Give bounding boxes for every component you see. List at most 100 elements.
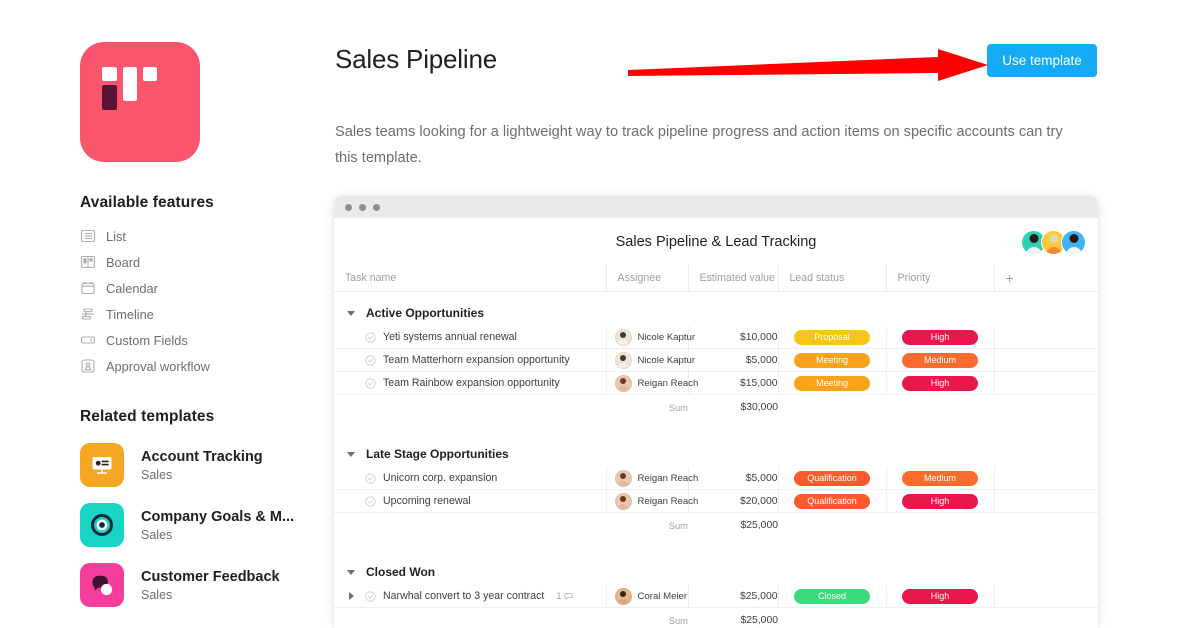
empty-cell: [994, 467, 1098, 490]
table-row[interactable]: Team Rainbow expansion opportunity Reiga…: [334, 372, 1098, 395]
add-column-button[interactable]: +: [994, 264, 1098, 292]
related-template-name: Company Goals & M...: [141, 509, 294, 525]
estimated-value-cell[interactable]: $25,000: [688, 585, 778, 608]
logo-block-a: [102, 67, 117, 81]
priority-badge: Medium: [902, 353, 978, 368]
section-header-cell[interactable]: Late Stage Opportunities: [334, 433, 1098, 467]
task-complete-icon[interactable]: [365, 591, 376, 602]
assignee-cell[interactable]: Nicole Kaptur: [606, 326, 688, 349]
preview-window-titlebar: [334, 196, 1098, 218]
priority-cell[interactable]: Medium: [886, 349, 994, 372]
table-row[interactable]: Team Matterhorn expansion opportunity Ni…: [334, 349, 1098, 372]
speech-bubbles-icon: [80, 563, 124, 607]
section-header-row: Late Stage Opportunities: [334, 433, 1098, 467]
feature-item-calendar: Calendar: [80, 275, 310, 301]
expand-subtasks-icon[interactable]: [349, 592, 354, 600]
task-complete-icon[interactable]: [365, 332, 376, 343]
assignee-name: Nicole Kaptur: [638, 355, 696, 366]
lead-status-cell[interactable]: Qualification: [778, 467, 886, 490]
task-name-cell[interactable]: Upcoming renewal: [334, 490, 606, 513]
sum-spacer: [334, 395, 606, 420]
table-row[interactable]: Narwhal convert to 3 year contract 1 Cor…: [334, 585, 1098, 608]
use-template-button[interactable]: Use template: [987, 44, 1097, 77]
avatar: [615, 470, 632, 487]
column-header-estimated-value[interactable]: Estimated value: [688, 264, 778, 292]
related-template-name: Account Tracking: [141, 449, 263, 465]
priority-cell[interactable]: Medium: [886, 467, 994, 490]
avatar: [615, 352, 632, 369]
template-logo-icon: [80, 42, 200, 162]
column-header-assignee[interactable]: Assignee: [606, 264, 688, 292]
table-row[interactable]: Upcoming renewal Reigan Reach $20,000Qua…: [334, 490, 1098, 513]
task-name: Team Matterhorn expansion opportunity: [383, 354, 570, 366]
related-template-text: Company Goals & M...Sales: [141, 509, 294, 542]
avatar: [615, 329, 632, 346]
avatar-body: [1046, 247, 1062, 255]
column-header-priority[interactable]: Priority: [886, 264, 994, 292]
sum-spacer: [778, 395, 886, 420]
task-name-cell[interactable]: Unicorn corp. expansion: [334, 467, 606, 490]
lead-status-cell[interactable]: Meeting: [778, 349, 886, 372]
estimated-value-cell[interactable]: $15,000: [688, 372, 778, 395]
task-complete-icon[interactable]: [365, 473, 376, 484]
lead-status-cell[interactable]: Closed: [778, 585, 886, 608]
section-header-cell[interactable]: Closed Won: [334, 551, 1098, 585]
section-collapse-icon[interactable]: [347, 311, 355, 316]
feature-label: Board: [106, 255, 140, 270]
empty-cell: [994, 349, 1098, 372]
sum-spacer: [886, 513, 994, 538]
presentation-icon: [80, 443, 124, 487]
related-template-item[interactable]: Account TrackingSales: [80, 435, 310, 495]
custom-fields-icon: [80, 332, 96, 348]
sum-value: $25,000: [688, 513, 778, 538]
avatar[interactable]: [1061, 230, 1086, 255]
task-complete-icon[interactable]: [365, 496, 376, 507]
timeline-icon: [80, 306, 96, 322]
assignee-cell[interactable]: Reigan Reach: [606, 490, 688, 513]
task-name-cell[interactable]: Team Rainbow expansion opportunity: [334, 372, 606, 395]
priority-cell[interactable]: High: [886, 326, 994, 349]
column-header-task-name[interactable]: Task name: [334, 264, 606, 292]
related-template-item[interactable]: Company Goals & M...Sales: [80, 495, 310, 555]
table-row[interactable]: Yeti systems annual renewal Nicole Kaptu…: [334, 326, 1098, 349]
empty-cell: [994, 490, 1098, 513]
estimated-value-cell[interactable]: $10,000: [688, 326, 778, 349]
assignee-cell[interactable]: Coral Meier: [606, 585, 688, 608]
task-complete-icon[interactable]: [365, 355, 376, 366]
lead-status-cell[interactable]: Qualification: [778, 490, 886, 513]
section-collapse-icon[interactable]: [347, 570, 355, 575]
template-preview-card: Sales Pipeline & Lead Tracking Task name…: [334, 196, 1098, 628]
assignee-cell[interactable]: Nicole Kaptur: [606, 349, 688, 372]
empty-cell: [994, 585, 1098, 608]
assignee-cell[interactable]: Reigan Reach: [606, 467, 688, 490]
preview-body: Sales Pipeline & Lead Tracking Task name…: [334, 218, 1098, 628]
sum-label: Sum: [606, 395, 688, 420]
related-template-item[interactable]: Customer FeedbackSales: [80, 555, 310, 615]
lead-status-cell[interactable]: Meeting: [778, 372, 886, 395]
priority-cell[interactable]: High: [886, 585, 994, 608]
assignee-cell[interactable]: Reigan Reach: [606, 372, 688, 395]
estimated-value-cell[interactable]: $20,000: [688, 490, 778, 513]
section-collapse-icon[interactable]: [347, 452, 355, 457]
column-header-lead-status[interactable]: Lead status: [778, 264, 886, 292]
estimated-value-cell[interactable]: $5,000: [688, 467, 778, 490]
member-avatar-stack[interactable]: [1021, 230, 1086, 255]
related-templates-heading: Related templates: [80, 408, 310, 426]
task-name: Narwhal convert to 3 year contract: [383, 590, 544, 602]
sidebar: Available features ListBoardCalendarTime…: [80, 42, 310, 615]
task-name-cell[interactable]: Narwhal convert to 3 year contract 1: [334, 585, 606, 608]
task-complete-icon[interactable]: [365, 378, 376, 389]
task-name-cell[interactable]: Yeti systems annual renewal: [334, 326, 606, 349]
task-name-cell[interactable]: Team Matterhorn expansion opportunity: [334, 349, 606, 372]
page-header: Sales Pipeline: [335, 44, 1095, 75]
priority-cell[interactable]: High: [886, 372, 994, 395]
priority-cell[interactable]: High: [886, 490, 994, 513]
lead-status-cell[interactable]: Proposal: [778, 326, 886, 349]
section-header-cell[interactable]: Active Opportunities: [334, 292, 1098, 327]
table-row[interactable]: Unicorn corp. expansion Reigan Reach $5,…: [334, 467, 1098, 490]
section-spacer: [334, 537, 1098, 551]
assignee-name: Reigan Reach: [638, 496, 699, 507]
estimated-value-cell[interactable]: $5,000: [688, 349, 778, 372]
table-header-row: Task name Assignee Estimated value Lead …: [334, 264, 1098, 292]
feature-item-list: List: [80, 223, 310, 249]
